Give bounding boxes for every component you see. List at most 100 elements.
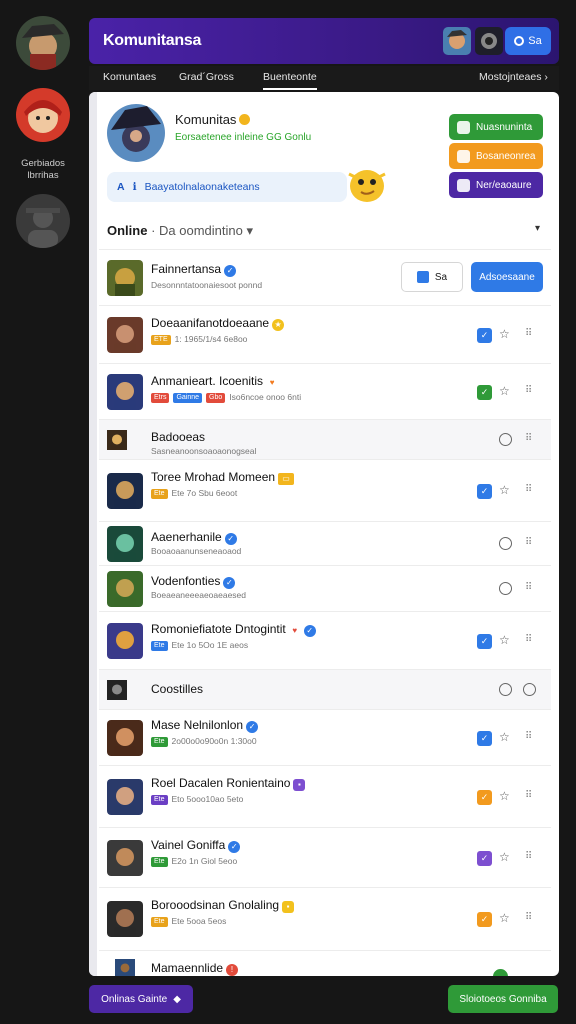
drag-handle-icon[interactable]: ⠿ [525, 851, 532, 862]
member-name: Mase Nelnilonlon ✓ [151, 718, 259, 733]
heart-icon: ♥ [269, 378, 275, 387]
heart-outline-icon[interactable] [499, 683, 512, 696]
header-action-button[interactable]: Sa [505, 27, 551, 55]
drag-handle-icon[interactable]: ⠿ [525, 484, 532, 495]
member-name: Aaenerhanile ✓ [151, 530, 237, 545]
drag-handle-icon[interactable]: ⠿ [525, 912, 532, 923]
role-badge: Ete [151, 917, 168, 927]
star-icon[interactable]: ☆ [499, 483, 510, 497]
role-badge: Gainne [173, 393, 203, 403]
member-name: Toree Mrohad Momeen ▭ [151, 470, 295, 485]
star-icon[interactable]: ☆ [499, 327, 510, 341]
trophy-icon [457, 178, 470, 192]
drag-handle-icon[interactable]: ⠿ [525, 790, 532, 801]
message-icon[interactable]: ✓ [477, 790, 492, 805]
primary-button[interactable]: Adsoesaane [471, 262, 543, 292]
member-row[interactable]: Toree Mrohad Momeen ▭ Ete Ete 7o Sbu 6eoot ✓… [99, 459, 551, 521]
message-icon[interactable]: ✓ [477, 731, 492, 746]
status-icon[interactable] [493, 969, 508, 976]
server-avatar-1[interactable] [16, 16, 70, 70]
panel-edge [89, 92, 97, 976]
drag-handle-icon[interactable]: ⠿ [525, 385, 532, 396]
member-row[interactable]: Doeaanifanotdoeaane ★ ETE 1: 1965/1/s4 6e8o… [99, 305, 551, 363]
member-avatar [107, 317, 143, 353]
star-icon[interactable]: ☆ [499, 384, 510, 398]
member-subtitle: Ete Eto 5ooo10ao 5eto [151, 794, 243, 805]
member-subtitle: Ete Ete 1o 5Oo 1E aeos [151, 640, 248, 651]
action-button-3[interactable]: Ner/eaoaure [449, 172, 543, 198]
header-avatar-1[interactable] [443, 27, 471, 55]
tab-3[interactable]: Buenteonte [263, 71, 317, 90]
drag-handle-icon[interactable]: ⠿ [525, 537, 532, 548]
member-row[interactable]: Vainel Goniffa ✓ Ete E2o 1n Giol 5eoo ✓ ☆ ⠿ [99, 827, 551, 887]
check-icon [416, 271, 429, 283]
drag-handle-icon[interactable]: ⠿ [525, 731, 532, 742]
message-icon[interactable]: ✓ [477, 484, 492, 499]
message-icon[interactable]: ✓ [477, 634, 492, 649]
page-title: Komunitansa [103, 32, 202, 49]
profile-subtitle: Eorsaetenee inleine GG Gonlu [175, 132, 312, 143]
member-row[interactable]: Badooeas Sasneanoonsoaoaonogseal ⠿ [99, 419, 551, 459]
heart-outline-icon[interactable] [499, 433, 512, 446]
clock-icon[interactable] [499, 582, 512, 595]
header-avatar-2[interactable] [475, 27, 503, 55]
member-subtitle: Booaoaanunseneaoaod [151, 546, 242, 556]
member-row[interactable]: Romoniefiatote Dntogintit ♥ ✓ Ete Ete 1o 5Oo… [99, 611, 551, 669]
verified-icon: ✓ [224, 533, 237, 545]
star-icon[interactable]: ☆ [499, 911, 510, 925]
member-row[interactable]: Fainnertansa ✓ Desonnntatoonaiesoot ponnd… [99, 249, 551, 305]
message-icon[interactable]: ✓ [477, 328, 492, 343]
member-subtitle: ETE 1: 1965/1/s4 6e8oo [151, 334, 247, 345]
member-subtitle: Etrs Gainne Gbo Iso6ncoe onoo 6nti [151, 392, 301, 403]
message-icon[interactable]: ✓ [477, 912, 492, 927]
member-row[interactable]: Vodenfonties ✓ Boeaeaneeeaeoaeaesed ⠿ [99, 565, 551, 611]
invite-banner[interactable]: A ℹ Baayatolnalaonaketeans [107, 172, 347, 202]
member-row[interactable]: Anmanieart. Icoenitis ♥ Etrs Gainne Gbo Iso6n… [99, 363, 551, 419]
chevron-down-icon[interactable]: ▾ [535, 223, 540, 234]
gold-badge-icon [239, 114, 251, 125]
gift-icon: ▪ [282, 901, 295, 913]
drag-handle-icon[interactable]: ⠿ [525, 634, 532, 645]
heart-icon: ♥ [292, 626, 298, 635]
role-badge: Gbo [206, 393, 226, 403]
tab-1[interactable]: Komuntaes [103, 71, 156, 83]
role-badge: Ete [151, 737, 168, 747]
action-button-2[interactable]: Bosaneonrea [449, 143, 543, 169]
clock-icon[interactable] [499, 537, 512, 550]
verified-icon: ✓ [224, 265, 237, 277]
action-button-1[interactable]: Nuasnuninta [449, 114, 543, 140]
member-row[interactable]: Borooodsinan Gnolaling ▪ Ete Ete 5ooa 5eos ✓… [99, 887, 551, 949]
member-row[interactable]: Roel Dacalen Ronientaino ▪ Ete Eto 5ooo10ao… [99, 765, 551, 827]
member-row[interactable]: Mase Nelnilonlon ✓ Ete 2o00o0o90o0n 1:30o0 ✓… [99, 709, 551, 765]
header-bar: Komunitansa Sa [89, 18, 559, 64]
server-avatar-3[interactable] [16, 194, 70, 248]
settings-button[interactable]: Sloiotoeos Gonniba [448, 985, 558, 1013]
drag-handle-icon[interactable]: ⠿ [525, 328, 532, 339]
server-avatar-2[interactable] [16, 88, 70, 142]
gem-icon: ◆ [173, 993, 181, 1005]
member-row[interactable]: Aaenerhanile ✓ Booaoaanunseneaoaod ⠿ [99, 521, 551, 565]
section-header[interactable]: Online · Da oomdintino ▾ [107, 223, 253, 239]
member-name: Doeaanifanotdoeaane ★ [151, 316, 285, 331]
drag-handle-icon[interactable]: ⠿ [525, 433, 532, 444]
member-subtitle: Ete Ete 7o Sbu 6eoot [151, 488, 237, 499]
message-icon[interactable]: ✓ [477, 851, 492, 866]
message-icon[interactable]: ✓ [477, 385, 492, 400]
tab-more[interactable]: Mostojnteaes › [479, 71, 548, 83]
verified-icon: ✓ [223, 577, 236, 589]
member-row[interactable]: Mamaennlide! [99, 950, 551, 976]
smile-icon[interactable] [523, 683, 536, 696]
online-button[interactable]: Onlinas Gainte ◆ [89, 985, 193, 1013]
member-row[interactable]: Coostilles [99, 669, 551, 709]
verified-icon: ✓ [228, 841, 241, 853]
community-panel: Komunitas Eorsaetenee inleine GG Gonlu N… [89, 92, 559, 976]
star-icon[interactable]: ☆ [499, 850, 510, 864]
secondary-button[interactable]: Sa [401, 262, 463, 292]
drag-handle-icon[interactable]: ⠿ [525, 582, 532, 593]
member-subtitle: Ete 2o00o0o90o0n 1:30o0 [151, 736, 257, 747]
tab-2[interactable]: Grad´Gross [179, 71, 234, 83]
star-icon[interactable]: ☆ [499, 633, 510, 647]
member-avatar [107, 473, 143, 509]
star-icon[interactable]: ☆ [499, 730, 510, 744]
star-icon[interactable]: ☆ [499, 789, 510, 803]
